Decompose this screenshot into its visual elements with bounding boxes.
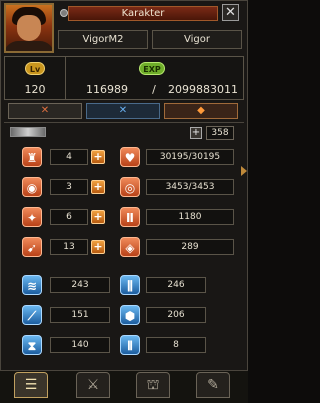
- attack-icon: Ⅱ: [120, 207, 140, 227]
- tab-character-sheet[interactable]: ☰: [14, 372, 48, 398]
- cast-speed-value: 140: [50, 337, 110, 353]
- tab-melee[interactable]: ✕: [8, 103, 82, 119]
- agility-value: 13: [50, 239, 88, 255]
- weapon-icon: [10, 127, 46, 137]
- character-sheet-icon: ☰: [24, 377, 38, 393]
- spear-value: 151: [50, 307, 110, 323]
- level-badge-icon: Lv: [25, 62, 45, 75]
- hourglass-icon: ⧗: [22, 335, 42, 355]
- expand-arrow-icon[interactable]: [241, 166, 247, 176]
- dexterity-value: 6: [50, 209, 88, 225]
- tab-armor[interactable]: ⛫: [136, 372, 170, 398]
- level-value: 120: [24, 83, 46, 96]
- section-divider: [4, 122, 244, 123]
- character-name: VigorM2: [58, 30, 148, 49]
- helmet-icon: ⛫: [146, 377, 160, 393]
- crossed-swords-icon: ✕: [40, 105, 50, 116]
- tab-orb[interactable]: ◆: [164, 103, 238, 119]
- add-dexterity-button[interactable]: +: [91, 210, 105, 224]
- exp-current: 116989: [86, 83, 128, 96]
- mana-icon: ◎: [120, 177, 140, 197]
- wing-icon: ➹: [22, 237, 42, 257]
- divider: [65, 57, 66, 99]
- portrait-shoulder: [6, 41, 52, 51]
- tab-blades[interactable]: ✕: [86, 103, 160, 119]
- skill-attack-icon: ⫼: [120, 275, 140, 295]
- crossed-blades-icon: ✕: [118, 105, 128, 116]
- brush-icon: ✎: [207, 377, 219, 393]
- window-title: Karakter: [68, 6, 218, 21]
- exp-max: 2099883011: [168, 83, 238, 96]
- close-button[interactable]: ✕: [222, 4, 239, 21]
- add-agility-button[interactable]: +: [91, 240, 105, 254]
- magic-defense-value: 206: [146, 307, 206, 323]
- level-exp-panel: Lv EXP 120 116989 / 2099883011: [4, 56, 244, 100]
- title-gem-icon: [60, 9, 68, 17]
- spear-icon: ⟋: [22, 305, 42, 325]
- strength-value: 4: [50, 149, 88, 165]
- skill-attack-value: 246: [146, 277, 206, 293]
- heart-icon: ♥: [120, 147, 140, 167]
- hp-value: 30195/30195: [146, 149, 234, 165]
- speed-value: 243: [50, 277, 110, 293]
- pierce-value: 8: [146, 337, 206, 353]
- add-strength-button[interactable]: +: [91, 150, 105, 164]
- exp-separator: /: [152, 83, 156, 96]
- dexterity-icon: ✦: [22, 207, 42, 227]
- head-icon: ◉: [22, 177, 42, 197]
- magic-shield-icon: ⬢: [120, 305, 140, 325]
- tab-style[interactable]: ✎: [196, 372, 230, 398]
- exp-badge-icon: EXP: [139, 62, 165, 75]
- mp-value: 3453/3453: [146, 179, 234, 195]
- sword-icon: ⚔: [86, 377, 100, 393]
- character-class: Vigor: [152, 30, 242, 49]
- pierce-icon: ⫴: [120, 335, 140, 355]
- attack-value: 1180: [146, 209, 234, 225]
- portrait-face: [17, 15, 41, 41]
- character-portrait: [4, 3, 54, 53]
- orb-icon: ◆: [197, 105, 205, 116]
- tab-weapon[interactable]: ⚔: [76, 372, 110, 398]
- intellect-value: 3: [50, 179, 88, 195]
- speed-icon: ≋: [22, 275, 42, 295]
- stat-points-remaining: 358: [206, 126, 234, 140]
- shield-icon: ◈: [120, 237, 140, 257]
- strength-icon: ♜: [22, 147, 42, 167]
- add-intellect-button[interactable]: +: [91, 180, 105, 194]
- defense-value: 289: [146, 239, 234, 255]
- add-points-button[interactable]: +: [190, 127, 202, 139]
